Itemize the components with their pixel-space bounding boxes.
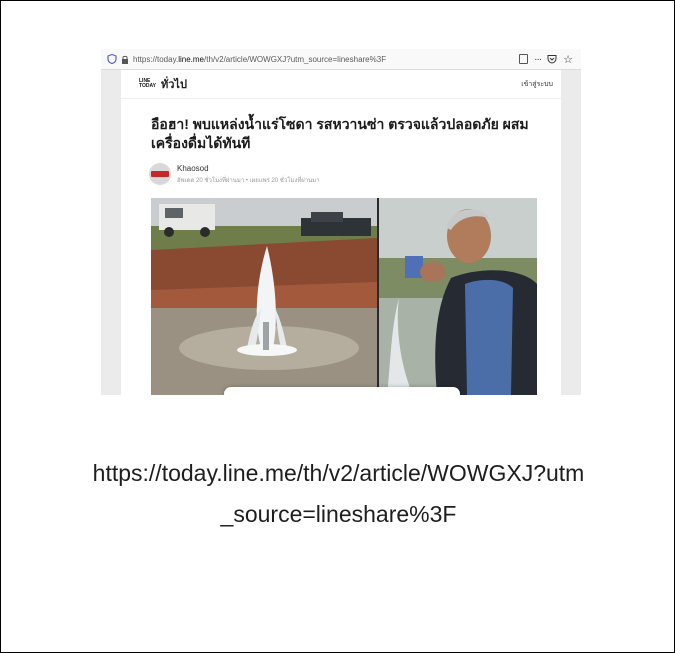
url-path: /th/v2/article/WOWGXJ?utm_source=linesha… — [204, 54, 387, 64]
url-prefix: https://today. — [133, 54, 179, 64]
publisher-avatar[interactable] — [149, 163, 171, 185]
reader-view-icon[interactable] — [519, 54, 529, 64]
url-text[interactable]: https://today.line.me/th/v2/article/WOWG… — [133, 55, 386, 64]
site-header: LINE TODAY ทั่วไป เข้าสู่ระบบ — [121, 70, 561, 99]
more-dots-icon[interactable]: ··· — [534, 54, 542, 65]
pocket-icon[interactable] — [547, 54, 557, 64]
article-title: อือฮา! พบแหล่งน้ำแร่โซดา รสหวานซ่า ตรวจแ… — [151, 116, 529, 151]
share-bar[interactable] — [224, 387, 460, 395]
byline: Khaosod อัพเดต 20 ชั่วโมงที่ผ่านมา • เผย… — [149, 163, 561, 185]
publish-date: อัพเดต 20 ชั่วโมงที่ผ่านมา • เผยแพร่ 20 … — [177, 177, 320, 184]
publisher-name[interactable]: Khaosod — [177, 164, 320, 173]
line-today-logo[interactable]: LINE TODAY — [139, 77, 156, 91]
address-bar[interactable]: https://today.line.me/th/v2/article/WOWG… — [101, 49, 581, 70]
login-link[interactable]: เข้าสู่ระบบ — [521, 79, 553, 90]
article-image — [151, 198, 537, 395]
article-page: LINE TODAY ทั่วไป เข้าสู่ระบบ อือฮา! พบแ… — [121, 70, 561, 395]
lock-icon[interactable] — [121, 55, 129, 64]
source-url-caption[interactable]: https://today.line.me/th/v2/article/WOWG… — [1, 453, 675, 535]
article-photo — [151, 198, 537, 395]
category-label[interactable]: ทั่วไป — [161, 75, 187, 93]
bookmark-star-icon[interactable]: ☆ — [563, 53, 573, 66]
browser-screenshot: https://today.line.me/th/v2/article/WOWG… — [101, 49, 581, 395]
caption-line-1: https://today.line.me/th/v2/article/WOWG… — [92, 460, 585, 486]
page-frame: https://today.line.me/th/v2/article/WOWG… — [0, 0, 675, 653]
tracking-shield-icon[interactable] — [107, 54, 117, 64]
toolbar-actions: ··· ☆ — [519, 53, 573, 66]
url-host: line.me — [178, 54, 205, 64]
caption-line-2: _source=lineshare%3F — [220, 501, 457, 527]
